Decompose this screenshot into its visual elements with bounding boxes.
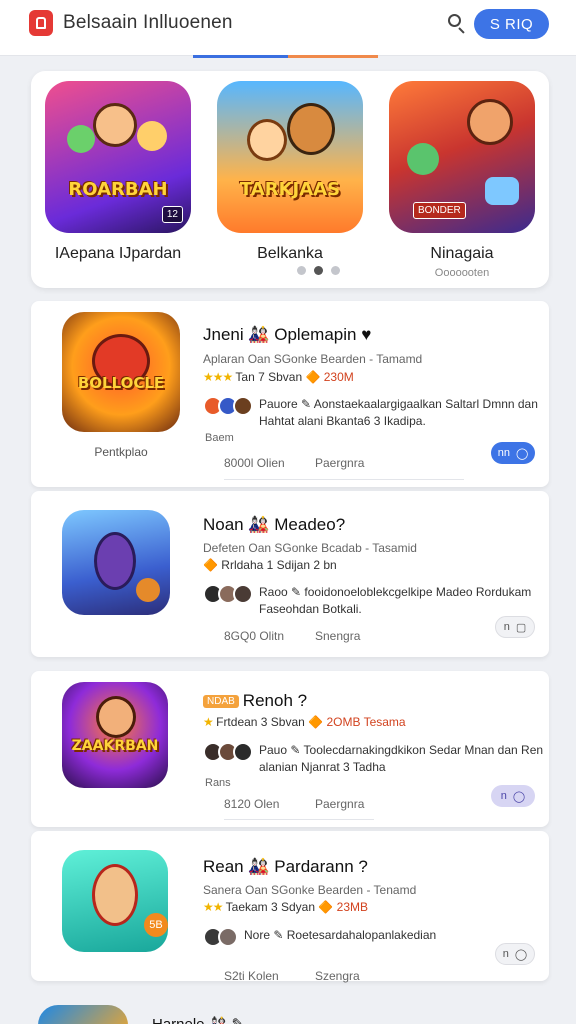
game-action-button[interactable]: n ◯ <box>495 943 535 965</box>
avatar <box>233 742 253 762</box>
carousel-pagination[interactable] <box>297 266 340 275</box>
carousel-dot[interactable] <box>331 266 340 275</box>
game-description-row: Raoo ✎ fooidonoeloblekcgelkipe Madeo Ror… <box>203 584 549 618</box>
game-footer-right: Paergnra <box>315 456 365 470</box>
game-rating: ★★★ Tan 7 Sbvan 🔶 230M <box>203 370 354 384</box>
game-art[interactable]: BOLLOCLE <box>62 312 180 432</box>
game-card[interactable]: BOLLOCLE Pentkplao Jneni 🎎 Oplemapin ♥ A… <box>31 301 549 487</box>
tab-indicator-primary <box>193 55 288 58</box>
featured-item-title: IAepana IJpardan <box>54 245 182 262</box>
featured-game-art[interactable]: ROARBAH 12 <box>45 81 191 233</box>
game-title[interactable]: Rean 🎎 Pardarann ? <box>203 857 368 877</box>
featured-item[interactable]: BONDER Ninagaia Ooooooten <box>387 81 537 279</box>
game-rating: ★★ Taekam 3 Sdyan 🔶 23MB <box>203 900 368 914</box>
game-footer-right: Snengra <box>315 629 361 643</box>
game-art[interactable] <box>62 510 170 615</box>
app-title: Belsaain Inlluoenen <box>63 12 233 33</box>
toggle-icon: ◯ <box>514 948 528 961</box>
featured-art-title: ROARBAH <box>68 179 168 200</box>
avatar <box>218 927 238 947</box>
game-side-note: Baem <box>205 432 234 444</box>
game-art-title: ZAAKRBAN <box>71 738 159 754</box>
level-badge: 5B <box>144 913 168 937</box>
avatar <box>233 396 253 416</box>
search-icon[interactable] <box>444 10 470 36</box>
game-action-button[interactable]: nn ◯ <box>491 442 535 464</box>
featured-art-badge: 12 <box>161 206 183 223</box>
app-logo-icon[interactable] <box>29 10 53 36</box>
featured-art-title: TARKJAAS <box>239 179 341 200</box>
game-rating: ★ Frtdean 3 Sbvan 🔶 2OMB Tesama <box>203 715 406 729</box>
game-description: Raoo ✎ fooidonoeloblekcgelkipe Madeo Ror… <box>259 585 532 616</box>
footer-divider <box>224 819 374 820</box>
game-title[interactable]: Noan 🎎 Meadeo? <box>203 515 345 535</box>
header-action-button[interactable]: S RIQ <box>474 9 549 39</box>
toggle-icon: ◯ <box>512 790 526 803</box>
featured-game-art[interactable]: TARKJAAS <box>217 81 363 233</box>
player-avatars <box>203 396 253 416</box>
rating-text: Tan 7 Sbvan <box>235 370 303 384</box>
game-description-row: Nore ✎ Roetesardahalopanlakedian <box>203 927 534 947</box>
player-avatars <box>203 927 238 947</box>
featured-art-badge: BONDER <box>413 202 466 219</box>
avatar <box>233 584 253 604</box>
game-side-note: Rans <box>205 777 231 789</box>
carousel-dot[interactable] <box>297 266 306 275</box>
featured-game-art[interactable]: BONDER <box>389 81 535 233</box>
game-title[interactable]: Jneni 🎎 Oplemapin ♥ <box>203 325 371 345</box>
toggle-icon: ▢ <box>515 621 527 634</box>
top-app-bar: Belsaain Inlluoenen S RIQ <box>0 0 576 56</box>
rating-stars: ★ <box>203 715 214 729</box>
game-footer-left: S2ti Kolen <box>224 969 279 983</box>
game-tag: NDAB <box>203 695 239 708</box>
game-action-button[interactable]: n ◯ <box>491 785 535 807</box>
game-caption: Pentkplao <box>94 445 148 459</box>
carousel-dot-active[interactable] <box>314 266 323 275</box>
game-description: Pauore ✎ Aonstaekaalargigaalkan Saltarl … <box>259 397 538 428</box>
player-avatars <box>203 584 253 604</box>
game-footer-left: 8000l Olien <box>224 456 285 470</box>
toggle-icon: ◯ <box>515 447 529 460</box>
featured-item[interactable]: ROARBAH 12 IAepana IJpardan <box>43 81 193 263</box>
featured-item-title: Ninagaia <box>430 245 494 262</box>
game-footer-left: 8GQ0 Olitn <box>224 629 285 643</box>
rating-text: Taekam 3 Sdyan <box>225 900 316 914</box>
tab-indicator-secondary <box>288 55 378 58</box>
rating-text: Frtdean 3 Sbvan <box>216 715 305 729</box>
next-game-art[interactable] <box>38 1005 128 1024</box>
footer-divider <box>224 479 464 480</box>
featured-item-title: Belkanka <box>257 245 323 262</box>
game-action-button[interactable]: n ▢ <box>495 616 535 638</box>
game-price: 🔶 23MB <box>318 900 368 914</box>
rating-text: 🔶 Rrldaha 1 Sdijan 2 bn <box>203 558 337 572</box>
game-footer-right: Paergnra <box>315 797 365 811</box>
game-price: 🔶 230M <box>305 370 354 384</box>
game-meta: Sanera Oan SGonke Bearden - Tenamd <box>203 883 417 897</box>
game-description: Nore ✎ Roetesardahalopanlakedian <box>244 928 437 942</box>
game-meta: Aplaran Oan SGonke Bearden - Tamamd <box>203 352 423 366</box>
game-card[interactable]: ZAAKRBAN NDAB Renoh ? ★ Frtdean 3 Sbvan 🔶… <box>31 671 549 827</box>
game-art-title: BOLLOCLE <box>77 374 165 392</box>
game-description: Pauo ✎ Toolecdarnakingdkikon Sedar Mnan … <box>259 743 544 774</box>
rating-stars: ★★ <box>203 900 223 914</box>
game-footer-left: 8120 Olen <box>224 797 280 811</box>
game-meta: Defeten Oan SGonke Bcadab - Tasamid <box>203 541 417 555</box>
game-rating: 🔶 Rrldaha 1 Sdijan 2 bn <box>203 558 337 572</box>
game-art[interactable] <box>62 850 168 952</box>
game-card[interactable]: Noan 🎎 Meadeo? Defeten Oan SGonke Bcadab… <box>31 491 549 657</box>
game-title[interactable]: NDAB Renoh ? <box>203 691 307 711</box>
rating-stars: ★★★ <box>203 370 233 384</box>
next-game-title[interactable]: Harnele 🎎 ✎ <box>152 1015 244 1024</box>
featured-carousel[interactable]: ROARBAH 12 IAepana IJpardan TARKJAAS Bel… <box>31 71 549 288</box>
game-description-row: Pauo ✎ Toolecdarnakingdkikon Sedar Mnan … <box>203 742 549 776</box>
game-art[interactable]: ZAAKRBAN <box>62 682 168 788</box>
game-description-row: Pauore ✎ Aonstaekaalargigaalkan Saltarl … <box>203 396 549 430</box>
featured-item-subtitle: Ooooooten <box>434 267 490 279</box>
game-footer-right: Szengra <box>315 969 360 983</box>
featured-item[interactable]: TARKJAAS Belkanka <box>215 81 365 263</box>
player-avatars <box>203 742 253 762</box>
game-price: 🔶 2OMB Tesama <box>308 715 406 729</box>
game-card[interactable]: 5B Rean 🎎 Pardarann ? Sanera Oan SGonke … <box>31 831 549 983</box>
